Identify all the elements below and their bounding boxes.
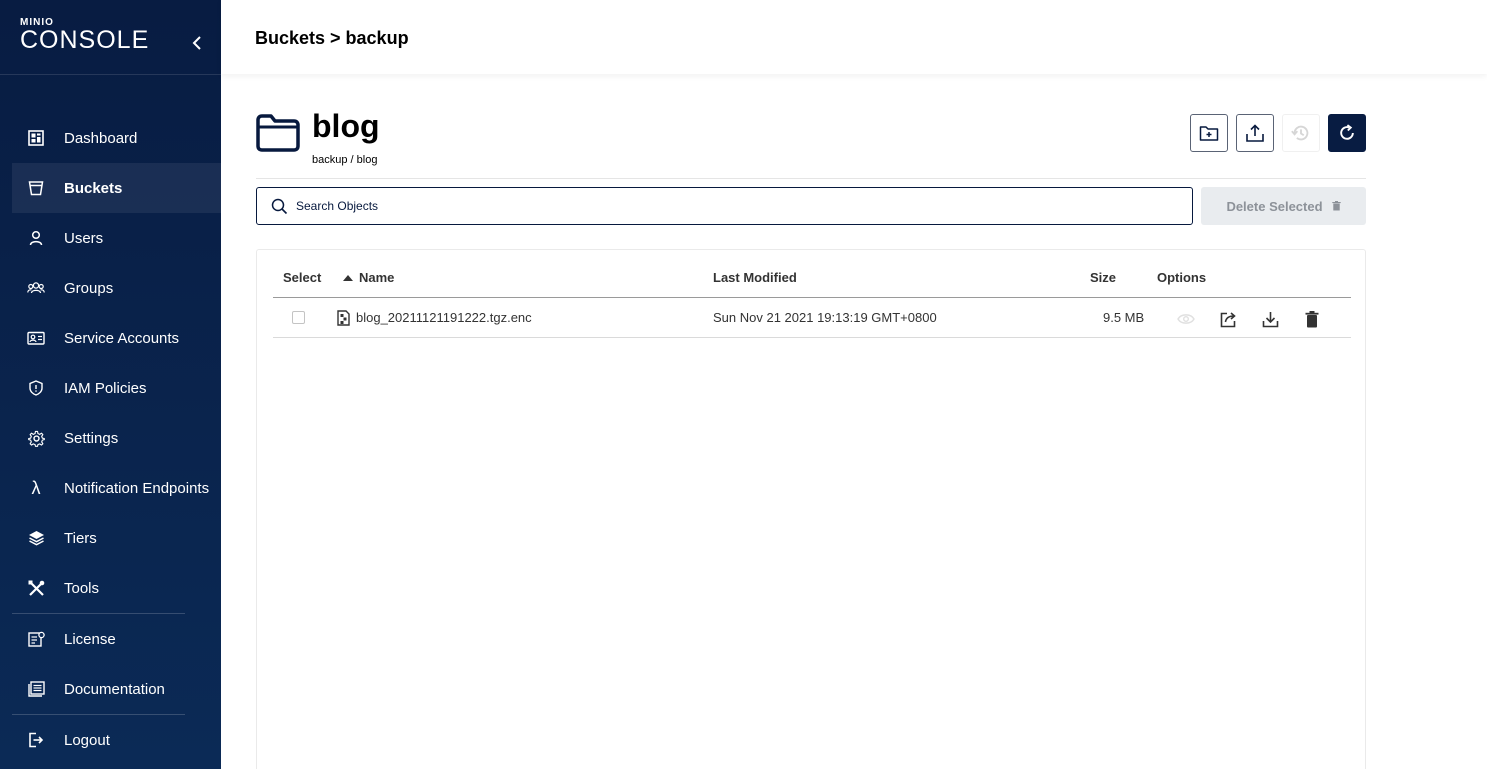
col-name-header[interactable]: Name bbox=[343, 270, 394, 285]
sidebar-item-tiers[interactable]: Tiers bbox=[12, 513, 221, 563]
sidebar-item-dashboard[interactable]: Dashboard bbox=[12, 113, 221, 163]
sidebar-header-divider bbox=[0, 74, 221, 75]
documentation-icon bbox=[26, 679, 46, 699]
sidebar-item-label: IAM Policies bbox=[64, 379, 147, 397]
sidebar-item-label: Notification Endpoints bbox=[64, 479, 210, 497]
sidebar-item-tools[interactable]: Tools bbox=[12, 563, 221, 613]
row-checkbox[interactable] bbox=[292, 311, 305, 324]
file-icon bbox=[337, 310, 350, 331]
row-name[interactable]: blog_20211121191222.tgz.enc bbox=[356, 310, 532, 325]
table-header-divider bbox=[273, 297, 1351, 298]
sort-asc-icon bbox=[343, 274, 353, 281]
history-icon bbox=[1291, 125, 1309, 141]
sidebar-item-label: Service Accounts bbox=[64, 329, 180, 347]
collapse-sidebar-button[interactable] bbox=[186, 32, 208, 54]
logo-console: CONSOLE bbox=[20, 26, 150, 54]
sidebar-item-documentation[interactable]: Documentation bbox=[12, 664, 221, 714]
row-modified: Sun Nov 21 2021 19:13:19 GMT+0800 bbox=[713, 310, 937, 325]
bucket-path: backup / blog bbox=[312, 154, 378, 166]
tools-icon bbox=[26, 578, 46, 598]
delete-selected-button[interactable]: Delete Selected bbox=[1201, 187, 1366, 225]
folder-icon bbox=[255, 112, 301, 157]
sidebar-item-label: License bbox=[64, 630, 116, 648]
sidebar-item-label: Documentation bbox=[64, 680, 165, 698]
eye-icon bbox=[1177, 314, 1195, 324]
sidebar-item-users[interactable]: Users bbox=[12, 213, 221, 263]
sidebar-item-buckets[interactable]: Buckets bbox=[12, 163, 221, 213]
sidebar-item-iam-policies[interactable]: IAM Policies bbox=[12, 363, 221, 413]
groups-icon bbox=[26, 278, 46, 298]
col-name: Name bbox=[359, 270, 395, 285]
sidebar-item-logout[interactable]: Logout bbox=[12, 715, 221, 765]
minio-logo: MINIO CONSOLE bbox=[20, 18, 150, 54]
license-icon bbox=[26, 629, 46, 649]
gear-icon bbox=[26, 428, 46, 448]
user-icon bbox=[26, 228, 46, 248]
logout-icon bbox=[26, 730, 46, 750]
col-modified[interactable]: Last Modified bbox=[713, 270, 797, 285]
download-button[interactable] bbox=[1260, 309, 1280, 329]
upload-icon bbox=[1246, 124, 1264, 142]
chevron-left-icon bbox=[192, 36, 201, 50]
top-header: Buckets > backup bbox=[221, 0, 1487, 74]
share-button[interactable] bbox=[1218, 309, 1238, 329]
share-icon bbox=[1220, 311, 1236, 327]
bucket-title: blog bbox=[312, 108, 380, 144]
upload-button[interactable] bbox=[1236, 114, 1274, 152]
refresh-button[interactable] bbox=[1328, 114, 1366, 152]
sidebar-item-service-accounts[interactable]: Service Accounts bbox=[12, 313, 221, 363]
search-icon bbox=[271, 198, 288, 214]
search-input[interactable] bbox=[296, 199, 1146, 213]
col-select: Select bbox=[283, 270, 322, 285]
rewind-button[interactable] bbox=[1282, 114, 1320, 152]
refresh-icon bbox=[1340, 124, 1354, 140]
search-box[interactable] bbox=[256, 187, 1193, 225]
lambda-icon: λ bbox=[31, 477, 41, 498]
sidebar-item-label: Users bbox=[64, 229, 104, 247]
preview-button[interactable] bbox=[1176, 309, 1196, 329]
breadcrumb: Buckets > backup bbox=[255, 28, 409, 48]
new-folder-icon bbox=[1199, 126, 1219, 141]
sidebar-item-notification-endpoints[interactable]: λ Notification Endpoints bbox=[12, 463, 221, 513]
row-size: 9.5 MB bbox=[1103, 310, 1145, 325]
header-divider bbox=[256, 178, 1366, 179]
create-folder-button[interactable] bbox=[1190, 114, 1228, 152]
sidebar-item-license[interactable]: License bbox=[12, 614, 221, 664]
col-size[interactable]: Size bbox=[1090, 270, 1116, 285]
row-divider bbox=[273, 337, 1351, 338]
sidebar-nav: Dashboard Buckets Users Groups Service A… bbox=[12, 113, 221, 765]
download-icon bbox=[1262, 311, 1278, 327]
bucket-icon bbox=[26, 178, 46, 198]
delete-selected-label: Delete Selected bbox=[1226, 198, 1323, 214]
sidebar-item-label: Tiers bbox=[64, 529, 97, 547]
sidebar-item-label: Tools bbox=[64, 579, 100, 597]
delete-object-button[interactable] bbox=[1302, 309, 1322, 329]
sidebar-item-label: Buckets bbox=[64, 179, 123, 197]
trash-icon bbox=[1331, 201, 1341, 211]
layers-icon bbox=[26, 528, 46, 548]
sidebar-item-label: Dashboard bbox=[64, 129, 138, 147]
sidebar-item-settings[interactable]: Settings bbox=[12, 413, 221, 463]
sidebar-item-label: Groups bbox=[64, 279, 114, 297]
sidebar: MINIO CONSOLE Dashboard Buckets Users Gr… bbox=[0, 0, 221, 769]
shield-icon bbox=[26, 378, 46, 398]
sidebar-item-groups[interactable]: Groups bbox=[12, 263, 221, 313]
objects-table bbox=[256, 249, 1366, 769]
dashboard-icon bbox=[26, 128, 46, 148]
service-accounts-icon bbox=[26, 328, 46, 348]
sidebar-item-label: Settings bbox=[64, 429, 119, 447]
trash-icon bbox=[1305, 310, 1319, 327]
col-options: Options bbox=[1157, 270, 1207, 285]
sidebar-item-label: Logout bbox=[64, 731, 110, 749]
